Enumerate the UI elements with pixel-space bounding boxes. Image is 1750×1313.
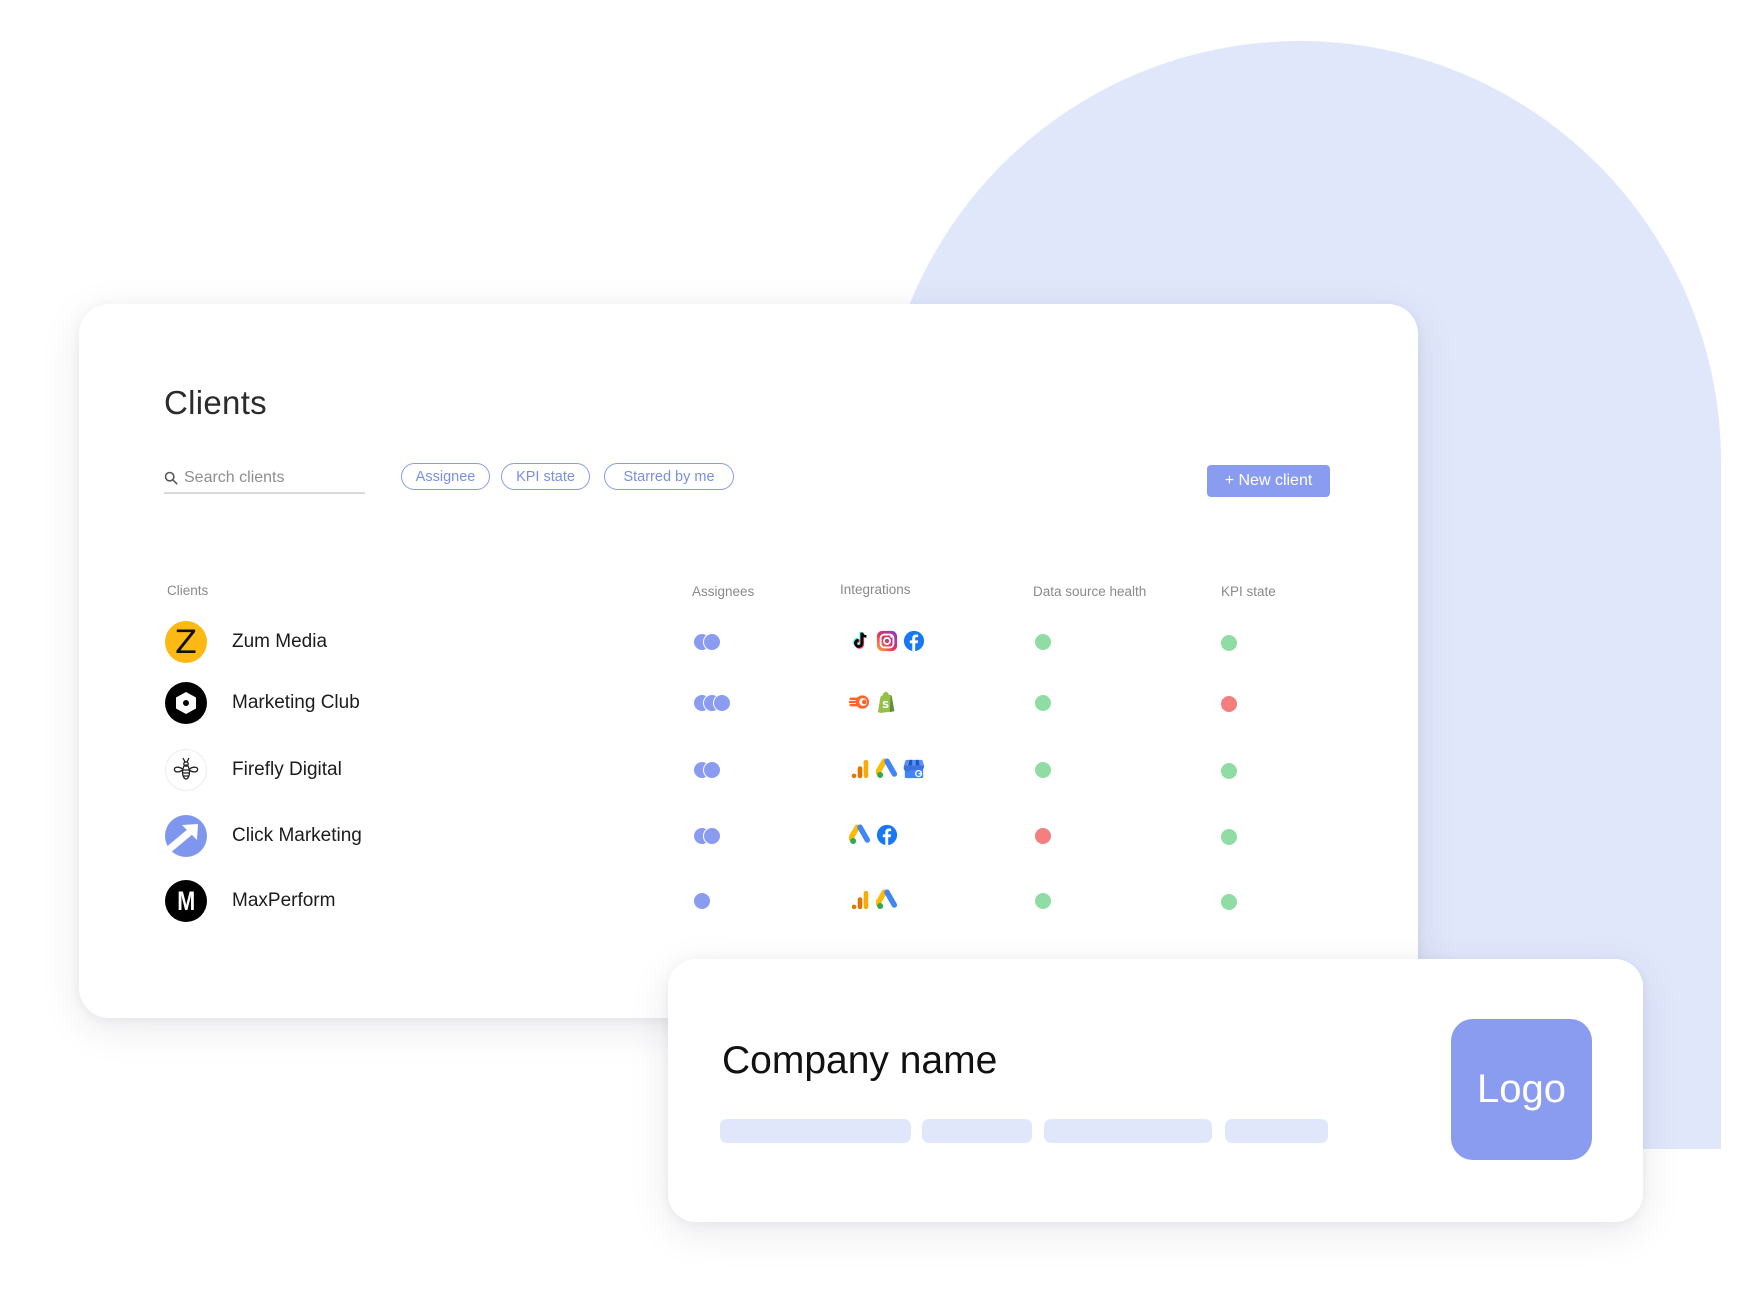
instagram-icon [876,630,898,652]
semrush-icon [849,691,871,713]
tiktok-icon [849,630,871,652]
column-header-assignees: Assignees [692,584,755,599]
client-name[interactable]: MaxPerform [232,890,335,912]
assignee-avatar[interactable] [703,633,721,651]
column-header-integrations: Integrations [840,582,911,597]
assignees-group[interactable] [693,761,721,779]
skeleton-tag [720,1119,911,1143]
google-ads-icon [876,758,898,780]
client-row[interactable]: Click Marketing [79,815,1418,871]
filter-starred-by-me[interactable]: Starred by me [604,463,734,490]
google-analytics-icon [849,758,871,780]
column-header-kpi-state: KPI state [1221,584,1276,599]
assignees-group[interactable] [693,633,721,651]
clients-panel: Clients Assignee KPI state Starred by me… [79,304,1418,1018]
skeleton-tag [1044,1119,1212,1143]
kpi-state-indicator [1221,894,1237,910]
skeleton-tag [922,1119,1032,1143]
avatar-bee-logo [165,749,207,791]
assignee-avatar[interactable] [693,892,711,910]
assignees-group[interactable] [693,892,711,910]
search-input[interactable] [184,469,354,487]
filter-assignee[interactable]: Assignee [401,463,490,490]
new-client-button[interactable]: + New client [1207,465,1330,497]
kpi-state-indicator [1221,763,1237,779]
google-business-icon [903,758,925,780]
assignees-group[interactable] [693,694,731,712]
logo-placeholder[interactable]: Logo [1451,1019,1592,1160]
skeleton-tag [1225,1119,1328,1143]
client-name[interactable]: Firefly Digital [232,759,342,781]
facebook-icon [876,824,898,846]
search-field[interactable] [164,464,365,494]
company-card: Company name Logo [668,959,1643,1222]
google-ads-icon [849,824,871,846]
avatar-z-letter-logo: Z [165,621,207,663]
data-source-health-indicator [1035,695,1051,711]
column-header-clients: Clients [167,583,209,598]
google-analytics-icon [849,889,871,911]
client-name[interactable]: Marketing Club [232,692,360,714]
client-row[interactable]: Z Zum Media [79,621,1418,677]
search-icon [164,471,178,485]
client-row[interactable]: Firefly Digital [79,749,1418,805]
client-row[interactable]: Marketing Club S [79,682,1418,738]
data-source-health-indicator [1035,893,1051,909]
kpi-state-indicator [1221,829,1237,845]
avatar-hexagon-logo [165,682,207,724]
assignee-avatar[interactable] [703,761,721,779]
kpi-state-indicator [1221,696,1237,712]
data-source-health-indicator [1035,634,1051,650]
shopify-icon: S [876,691,898,713]
assignee-avatar[interactable] [703,827,721,845]
client-name[interactable]: Click Marketing [232,825,362,847]
company-name: Company name [722,1039,998,1082]
data-source-health-indicator [1035,828,1051,844]
google-ads-icon [876,889,898,911]
client-row[interactable]: M MaxPerform [79,880,1418,936]
facebook-icon [903,630,925,652]
integrations-list [849,758,925,780]
svg-text:S: S [882,700,889,711]
page-title: Clients [164,384,267,421]
kpi-state-indicator [1221,635,1237,651]
assignees-group[interactable] [693,827,721,845]
integrations-list: S [849,691,898,713]
integrations-list [849,630,925,652]
integrations-list [849,889,898,911]
client-name[interactable]: Zum Media [232,631,327,653]
filter-kpi-state[interactable]: KPI state [501,463,590,490]
avatar-arrow-logo [165,815,207,857]
column-header-data-source-health: Data source health [1033,584,1147,599]
avatar-m-letter-logo: M [165,880,207,922]
assignee-avatar[interactable] [713,694,731,712]
data-source-health-indicator [1035,762,1051,778]
integrations-list [849,824,898,846]
